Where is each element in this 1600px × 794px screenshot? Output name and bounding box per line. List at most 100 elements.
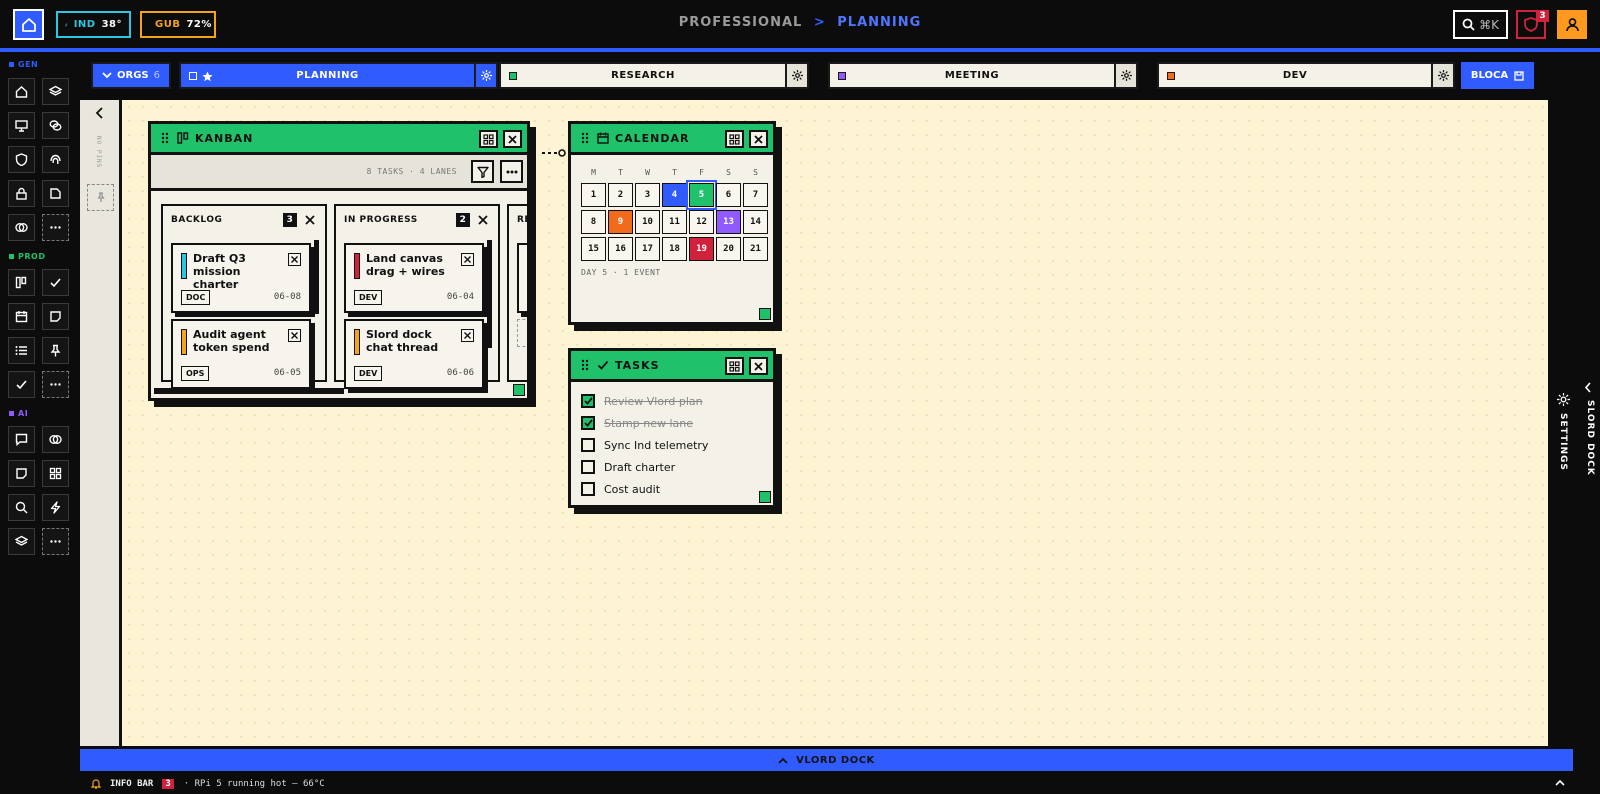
- sidebar-layers-ai-button[interactable]: [8, 528, 35, 555]
- task-checkbox[interactable]: [581, 460, 595, 474]
- card-remove-button[interactable]: [461, 329, 474, 342]
- calendar-header[interactable]: CALENDAR: [571, 124, 773, 155]
- tab-settings-button[interactable]: [787, 62, 809, 89]
- tab-main[interactable]: PLANNING: [179, 62, 476, 89]
- drag-handle-icon[interactable]: [581, 132, 589, 144]
- vlord-dock-bar[interactable]: VLORD DOCK: [80, 749, 1573, 771]
- calendar-day[interactable]: 16: [608, 237, 633, 261]
- sidebar-note-button[interactable]: [42, 180, 69, 207]
- tab-main[interactable]: MEETING: [828, 62, 1116, 89]
- task-checkbox[interactable]: [581, 438, 595, 452]
- tab-main[interactable]: DEV: [1157, 62, 1433, 89]
- chevron-up-icon[interactable]: [1555, 779, 1565, 786]
- task-item[interactable]: Cost audit: [581, 482, 660, 496]
- tab-planning[interactable]: PLANNING: [179, 62, 498, 89]
- task-checkbox[interactable]: [581, 416, 595, 430]
- tasks-header[interactable]: TASKS: [571, 351, 773, 382]
- tab-dev[interactable]: DEV: [1157, 62, 1455, 89]
- calendar-day[interactable]: 1: [581, 183, 606, 207]
- sidebar-check-button[interactable]: [42, 269, 69, 296]
- calendar-day[interactable]: 14: [743, 210, 768, 234]
- sidebar-done-button[interactable]: [8, 371, 35, 398]
- task-item[interactable]: Review Vlord plan: [581, 394, 703, 408]
- card-remove-button[interactable]: [288, 329, 301, 342]
- calendar-day[interactable]: 18: [662, 237, 687, 261]
- sidebar-monitor-button[interactable]: [8, 112, 35, 139]
- tab-settings-button[interactable]: [1116, 62, 1138, 89]
- bloca-button[interactable]: BLOCA: [1461, 62, 1534, 89]
- task-checkbox[interactable]: [581, 482, 595, 496]
- kanban-card[interactable]: Draft Q3 mission charter DOC 06-08: [171, 243, 311, 313]
- breadcrumb-root[interactable]: PROFESSIONAL: [679, 15, 803, 30]
- sidebar-lock-button[interactable]: [8, 180, 35, 207]
- sidebar-home-button[interactable]: [8, 78, 35, 105]
- kanban-card[interactable]: Land canvas drag + wires DEV 06-04: [344, 243, 484, 313]
- sidebar-note-button[interactable]: [42, 303, 69, 330]
- panel-close-button[interactable]: [749, 357, 768, 375]
- calendar-day[interactable]: 20: [716, 237, 741, 261]
- panel-grid-button[interactable]: [725, 357, 744, 375]
- calendar-day[interactable]: 6: [716, 183, 741, 207]
- calendar-day[interactable]: 12: [689, 210, 714, 234]
- panel-close-button[interactable]: [749, 130, 768, 148]
- sidebar-circles-button[interactable]: [8, 214, 35, 241]
- drag-handle-icon[interactable]: [581, 359, 589, 371]
- sidebar-layers-button[interactable]: [42, 78, 69, 105]
- gub-status-badge[interactable]: GUB 72%: [140, 11, 216, 38]
- search-button[interactable]: ⌘K: [1453, 10, 1508, 39]
- tab-settings-button[interactable]: [476, 62, 498, 89]
- orgs-dropdown-button[interactable]: ORGS 6: [91, 62, 171, 89]
- settings-label[interactable]: SETTINGS: [1558, 413, 1568, 471]
- panel-close-button[interactable]: [503, 130, 522, 148]
- calendar-day[interactable]: 5: [686, 180, 717, 210]
- resize-handle[interactable]: [513, 384, 525, 396]
- card-remove-button[interactable]: [288, 253, 301, 266]
- canvas[interactable]: KANBAN 8 TASKS · 4 LANES BACKLOG 3 Draft…: [122, 100, 1548, 746]
- sidebar-doc-button[interactable]: [8, 460, 35, 487]
- sidebar-shield-button[interactable]: [8, 146, 35, 173]
- kanban-card[interactable]: Slord dock chat thread DEV 06-06: [344, 319, 484, 389]
- calendar-day[interactable]: 4: [662, 183, 687, 207]
- panel-grid-button[interactable]: [725, 130, 744, 148]
- resize-handle[interactable]: [759, 308, 771, 320]
- sun-settings-icon[interactable]: [1557, 393, 1570, 406]
- calendar-day[interactable]: 9: [608, 210, 633, 234]
- sidebar-fingerprint-button[interactable]: [42, 146, 69, 173]
- calendar-day[interactable]: 13: [716, 210, 741, 234]
- calendar-day[interactable]: 8: [581, 210, 606, 234]
- home-button[interactable]: [13, 9, 44, 40]
- ind-status-badge[interactable]: IND 38°: [56, 11, 131, 38]
- lane-scrollbar[interactable]: [487, 240, 492, 348]
- sidebar-more-gen-button[interactable]: [42, 214, 69, 241]
- sidebar-more-ai-button[interactable]: [42, 528, 69, 555]
- sidebar-circles-ai-button[interactable]: [42, 426, 69, 453]
- calendar-day[interactable]: 17: [635, 237, 660, 261]
- calendar-day[interactable]: 19: [689, 237, 714, 261]
- task-item[interactable]: Draft charter: [581, 460, 675, 474]
- panel-grid-button[interactable]: [479, 130, 498, 148]
- kanban-horizontal-scrollbar[interactable]: [154, 388, 344, 394]
- kanban-header[interactable]: KANBAN: [151, 124, 527, 155]
- add-card-placeholder[interactable]: [517, 319, 527, 347]
- tab-main[interactable]: RESEARCH: [499, 62, 787, 89]
- sidebar-grid-button[interactable]: [42, 460, 69, 487]
- tab-meeting[interactable]: MEETING: [828, 62, 1138, 89]
- task-item[interactable]: Sync Ind telemetry: [581, 438, 708, 452]
- add-pin-button[interactable]: [87, 184, 114, 211]
- filter-button[interactable]: [471, 160, 494, 183]
- chevron-left-icon[interactable]: [95, 107, 105, 119]
- kanban-card[interactable]: CO: [517, 243, 527, 313]
- sidebar-pin-button[interactable]: [42, 337, 69, 364]
- chevron-left-icon[interactable]: [1584, 382, 1592, 393]
- sidebar-search-button[interactable]: [8, 494, 35, 521]
- sidebar-bolt-button[interactable]: [42, 494, 69, 521]
- slord-dock-label[interactable]: SLORD DOCK: [1585, 400, 1595, 476]
- calendar-day[interactable]: 11: [662, 210, 687, 234]
- more-options-button[interactable]: [500, 160, 523, 183]
- kanban-card[interactable]: Audit agent token spend OPS 06-05: [171, 319, 311, 389]
- calendar-day[interactable]: 7: [743, 183, 768, 207]
- task-checkbox[interactable]: [581, 394, 595, 408]
- sidebar-chat-button[interactable]: [8, 426, 35, 453]
- card-remove-button[interactable]: [461, 253, 474, 266]
- sidebar-coins-button[interactable]: [42, 112, 69, 139]
